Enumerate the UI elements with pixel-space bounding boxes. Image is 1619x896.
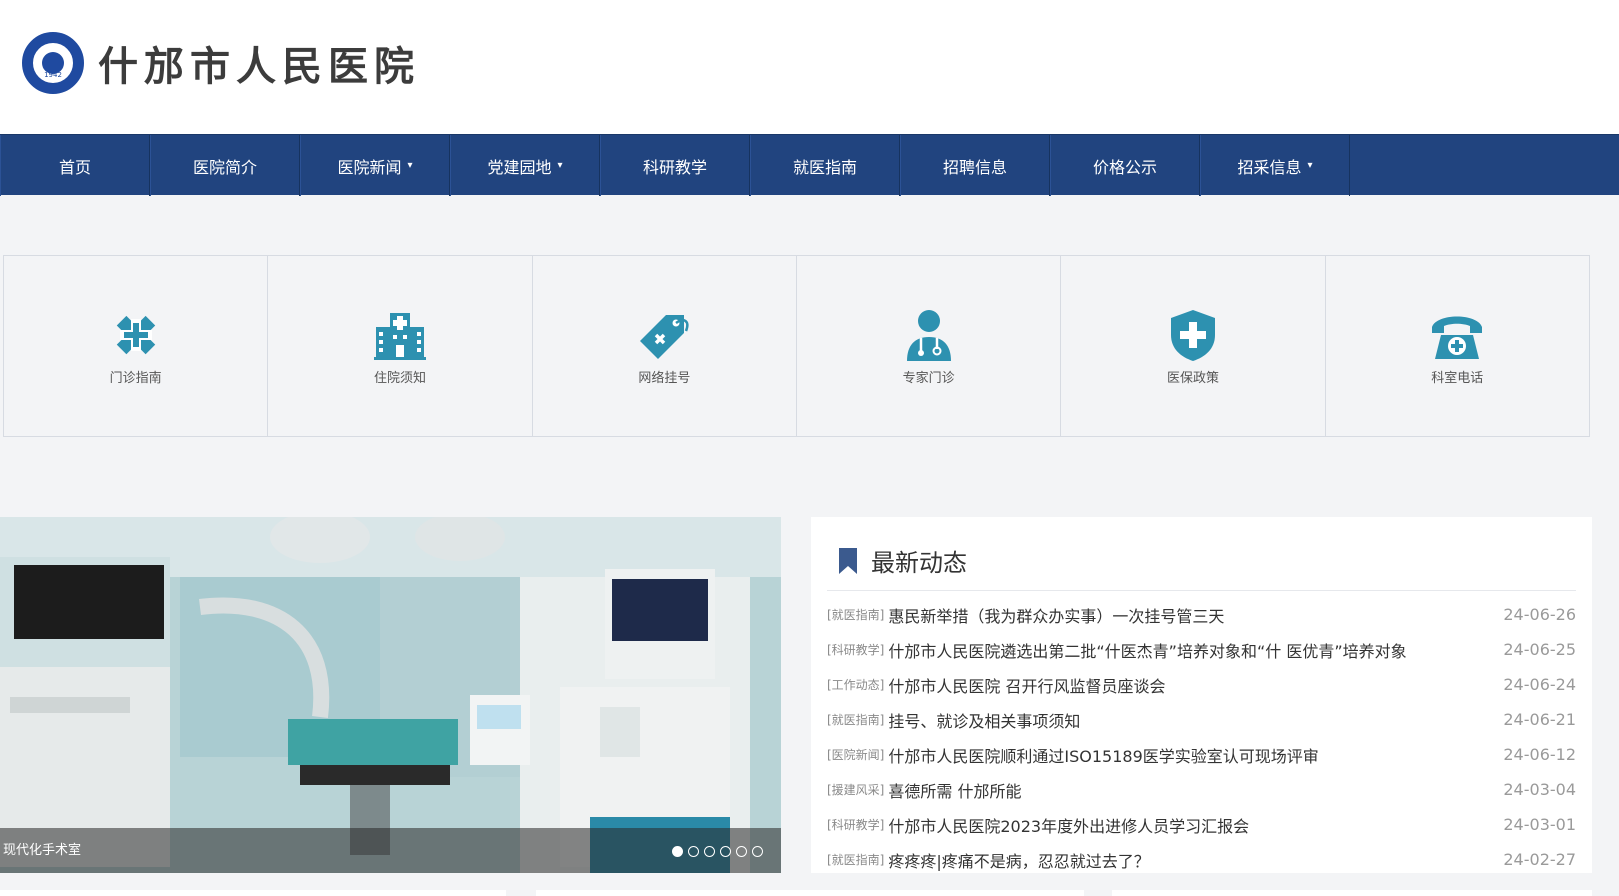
news-category: [科研教学] — [827, 818, 885, 832]
quick-link-label: 网络挂号 — [638, 370, 691, 386]
nav-label: 招聘信息 — [942, 157, 1007, 177]
quick-link-label: 专家门诊 — [902, 370, 955, 386]
news-date: 24-06-21 — [1503, 710, 1576, 729]
news-category: [工作动态] — [827, 678, 885, 692]
nav-item-guide[interactable]: 就医指南 — [750, 135, 900, 196]
nav-label: 价格公示 — [1092, 157, 1157, 177]
news-headline[interactable]: 什邡市人民医院顺利通过ISO15189医学实验室认可现场评审 — [888, 743, 1493, 767]
nav-item-prices[interactable]: 价格公示 — [1050, 135, 1200, 196]
hospital-seal-icon: 1942 — [22, 32, 84, 94]
slider-dot[interactable] — [704, 846, 715, 857]
chevron-down-icon: ▾ — [407, 160, 413, 171]
news-headline[interactable]: 挂号、就诊及相关事项须知 — [888, 708, 1493, 732]
operating-room-photo — [0, 517, 781, 873]
news-date: 24-03-04 — [1503, 780, 1576, 799]
quick-link-label: 门诊指南 — [109, 370, 162, 386]
nav-item-procurement[interactable]: 招采信息 ▾ — [1200, 135, 1350, 196]
chevron-down-icon: ▾ — [1307, 160, 1313, 171]
news-list: [就医指南] 惠民新举措（我为群众办实事）一次挂号管三天 24-06-26 [科研教… — [827, 597, 1576, 877]
news-date: 24-06-24 — [1503, 675, 1576, 694]
news-title: 最新动态 — [871, 549, 967, 577]
news-date: 24-06-12 — [1503, 745, 1576, 764]
slider-dot[interactable] — [736, 846, 747, 857]
news-item[interactable]: [就医指南] 疼疼疼|疼痛不是病，忍忍就过去了？ 24-02-27 — [827, 842, 1576, 877]
nav-label: 党建园地 — [487, 157, 552, 177]
nav-item-jobs[interactable]: 招聘信息 — [900, 135, 1050, 196]
lower-panel — [0, 890, 506, 896]
chevron-down-icon: ▾ — [557, 160, 563, 171]
nav-label: 就医指南 — [792, 157, 857, 177]
hospital-building-icon — [373, 312, 426, 360]
nav-item-about[interactable]: 医院简介 — [150, 135, 300, 196]
nav-item-news[interactable]: 医院新闻 ▾ — [300, 135, 450, 196]
quick-links: 门诊指南 住院须知 网络挂号 专家门诊 医保政策 科室电话 — [3, 255, 1590, 437]
slider-dot[interactable] — [688, 846, 699, 857]
seal-year: 1942 — [44, 71, 62, 79]
slider-dot[interactable] — [672, 846, 683, 857]
tag-icon — [640, 314, 689, 359]
quick-link-insurance[interactable]: 医保政策 — [1061, 256, 1326, 436]
news-category: [援建风采] — [827, 783, 885, 797]
shield-plus-icon — [1170, 309, 1215, 361]
lower-panel — [536, 890, 1084, 896]
nav-label: 首页 — [58, 157, 91, 177]
news-item[interactable]: [科研教学] 什邡市人民医院遴选出第二批“什医杰青”培养对象和“什 医优青”培养对… — [827, 632, 1576, 667]
nav-item-research[interactable]: 科研教学 — [600, 135, 750, 196]
slider-dot[interactable] — [720, 846, 731, 857]
news-headline[interactable]: 惠民新举措（我为群众办实事）一次挂号管三天 — [888, 603, 1493, 627]
nav-label: 招采信息 — [1237, 157, 1302, 177]
news-item[interactable]: [援建风采] 喜德所需 什邡所能 24-03-04 — [827, 772, 1576, 807]
telephone-icon — [1432, 316, 1483, 359]
news-date: 24-03-01 — [1503, 815, 1576, 834]
doctor-icon — [906, 309, 951, 361]
news-headline[interactable]: 什邡市人民医院2023年度外出进修人员学习汇报会 — [888, 813, 1493, 837]
news-category: [就医指南] — [827, 713, 885, 727]
slider-pagination — [672, 846, 763, 857]
news-category: [医院新闻] — [827, 748, 885, 762]
news-item[interactable]: [工作动态] 什邡市人民医院 召开行风监督员座谈会 24-06-24 — [827, 667, 1576, 702]
quick-link-registration[interactable]: 网络挂号 — [533, 256, 797, 436]
quick-link-label: 医保政策 — [1166, 370, 1219, 386]
quick-link-label: 科室电话 — [1431, 370, 1484, 386]
quick-link-label: 住院须知 — [373, 370, 426, 386]
latest-news-panel: 最新动态 [就医指南] 惠民新举措（我为群众办实事）一次挂号管三天 24-06-26… — [811, 517, 1592, 873]
news-date: 24-06-25 — [1503, 640, 1576, 659]
quick-link-expert[interactable]: 专家门诊 — [797, 256, 1062, 436]
news-date: 24-06-26 — [1503, 605, 1576, 624]
nav-item-party[interactable]: 党建园地 ▾ — [450, 135, 600, 196]
lower-panel — [1112, 890, 1592, 896]
nav-label: 医院新闻 — [337, 157, 402, 177]
main-nav: 首页 医院简介 医院新闻 ▾ 党建园地 ▾ 科研教学 就医指南 招聘信息 价格公示 … — [0, 134, 1619, 196]
nav-item-home[interactable]: 首页 — [0, 135, 150, 196]
quick-link-phone[interactable]: 科室电话 — [1326, 256, 1589, 436]
news-date: 24-02-27 — [1503, 850, 1576, 869]
caption-bar — [0, 828, 781, 873]
news-headline[interactable]: 什邡市人民医院遴选出第二批“什医杰青”培养对象和“什 医优青”培养对象 — [888, 638, 1493, 662]
news-item[interactable]: [医院新闻] 什邡市人民医院顺利通过ISO15189医学实验室认可现场评审 24-0… — [827, 737, 1576, 772]
medical-cross-icon — [116, 315, 155, 354]
nav-label: 医院简介 — [192, 157, 257, 177]
news-category: [科研教学] — [827, 643, 885, 657]
news-headline[interactable]: 什邡市人民医院 召开行风监督员座谈会 — [888, 673, 1493, 697]
bookmark-icon — [839, 547, 857, 574]
news-category: [就医指南] — [827, 608, 885, 622]
site-header: 1942 什邡市人民医院 — [0, 0, 1619, 134]
site-logo[interactable]: 1942 什邡市人民医院 — [22, 32, 420, 94]
news-category: [就医指南] — [827, 853, 885, 867]
quick-link-outpatient[interactable]: 门诊指南 — [4, 256, 269, 436]
image-slider[interactable]: 现代化手术室 — [0, 517, 781, 873]
quick-link-inpatient[interactable]: 住院须知 — [268, 256, 533, 436]
slide-caption: 现代化手术室 — [3, 843, 82, 858]
hospital-name: 什邡市人民医院 — [98, 43, 420, 90]
news-item[interactable]: [科研教学] 什邡市人民医院2023年度外出进修人员学习汇报会 24-03-01 — [827, 807, 1576, 842]
slider-dot[interactable] — [752, 846, 763, 857]
news-header: 最新动态 — [827, 531, 1576, 591]
news-item[interactable]: [就医指南] 挂号、就诊及相关事项须知 24-06-21 — [827, 702, 1576, 737]
nav-label: 科研教学 — [642, 157, 707, 177]
news-headline[interactable]: 疼疼疼|疼痛不是病，忍忍就过去了？ — [888, 848, 1493, 872]
news-item[interactable]: [就医指南] 惠民新举措（我为群众办实事）一次挂号管三天 24-06-26 — [827, 597, 1576, 632]
news-headline[interactable]: 喜德所需 什邡所能 — [888, 778, 1493, 802]
